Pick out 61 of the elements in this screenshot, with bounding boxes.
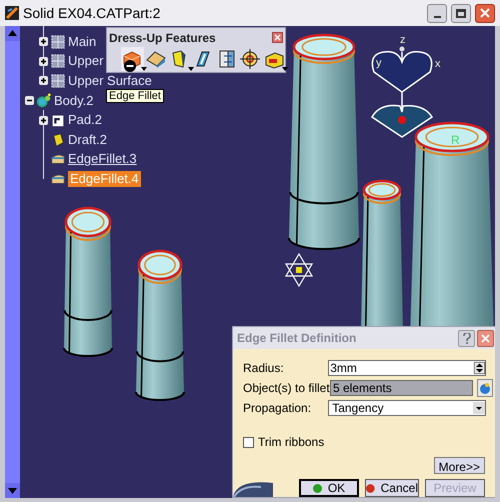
close-button[interactable] — [272, 32, 283, 43]
toolbar-title: Dress-Up Features — [109, 30, 216, 46]
dialog-button[interactable]: OK — [299, 479, 359, 497]
dialog-title: Edge Fillet Definition — [237, 330, 356, 347]
more-button[interactable]: More>> — [434, 457, 485, 474]
field-label: Object(s) to fillet: — [243, 380, 330, 397]
help-icon — [462, 332, 470, 344]
status-dot-icon — [312, 484, 322, 492]
surface-icon — [50, 72, 66, 89]
close-button[interactable] — [475, 4, 495, 22]
axis-label: y — [376, 58, 382, 69]
caret-icon — [282, 67, 288, 71]
cursor-icon — [124, 60, 136, 72]
close-button[interactable] — [477, 330, 494, 346]
globe-icon — [479, 382, 491, 394]
axis-label: x — [435, 59, 440, 70]
tree-item[interactable]: Upper — [68, 53, 104, 70]
window-title: Solid EX04.CATPart:2 — [23, 4, 162, 22]
draft-icon — [50, 132, 66, 148]
radius-field[interactable]: 3mm — [328, 360, 486, 376]
dialog-button[interactable]: Cancel — [365, 479, 419, 497]
tree-item[interactable]: Body.2 — [54, 92, 94, 109]
caret-icon — [140, 67, 147, 71]
field-label: Radius: — [243, 360, 285, 377]
status-dot-icon — [366, 484, 375, 492]
toolbar-button[interactable] — [238, 47, 262, 71]
close-icon — [274, 34, 281, 41]
help-button[interactable] — [458, 330, 475, 346]
app-logo-icon — [5, 6, 19, 20]
crosshair-icon — [239, 48, 262, 70]
tree-item[interactable]: Draft.2 — [68, 132, 108, 148]
surface-icon — [50, 53, 66, 70]
collapse-icon[interactable] — [25, 96, 34, 106]
3d-viewport[interactable] — [20, 26, 495, 498]
scene-label: R — [451, 134, 460, 146]
spinner-arrows-icon[interactable] — [474, 362, 485, 374]
tree-item[interactable]: EdgeFillet.3 — [68, 151, 137, 168]
tree-item[interactable]: Pad.2 — [68, 112, 102, 128]
expand-icon[interactable] — [39, 76, 48, 86]
tooltip: Edge Fillet — [106, 89, 164, 103]
expand-icon[interactable] — [39, 56, 48, 66]
checkbox-label: Trim ribbons — [258, 434, 324, 451]
maximize-button[interactable] — [451, 4, 471, 22]
close-icon — [481, 334, 490, 342]
anchor-star-drawing — [284, 252, 314, 288]
caret-icon — [473, 402, 485, 414]
minimize-button[interactable] — [427, 4, 447, 22]
scrollbar[interactable] — [5, 26, 20, 498]
close-icon — [480, 8, 490, 18]
tree-item[interactable]: Main — [68, 34, 96, 50]
selection-list-button[interactable] — [477, 379, 493, 397]
selection-field[interactable]: 5 elements — [330, 380, 473, 396]
expand-icon[interactable] — [39, 116, 48, 125]
caret-icon — [188, 67, 194, 71]
propagation-dropdown[interactable]: Tangency — [328, 400, 486, 416]
expand-icon[interactable] — [39, 37, 48, 46]
axis-label: z — [400, 35, 406, 46]
field-label: Propagation: — [243, 400, 312, 417]
checkbox[interactable] — [243, 436, 254, 448]
surface-icon — [50, 34, 66, 50]
tree-item[interactable]: Upper Surface — [68, 72, 152, 89]
